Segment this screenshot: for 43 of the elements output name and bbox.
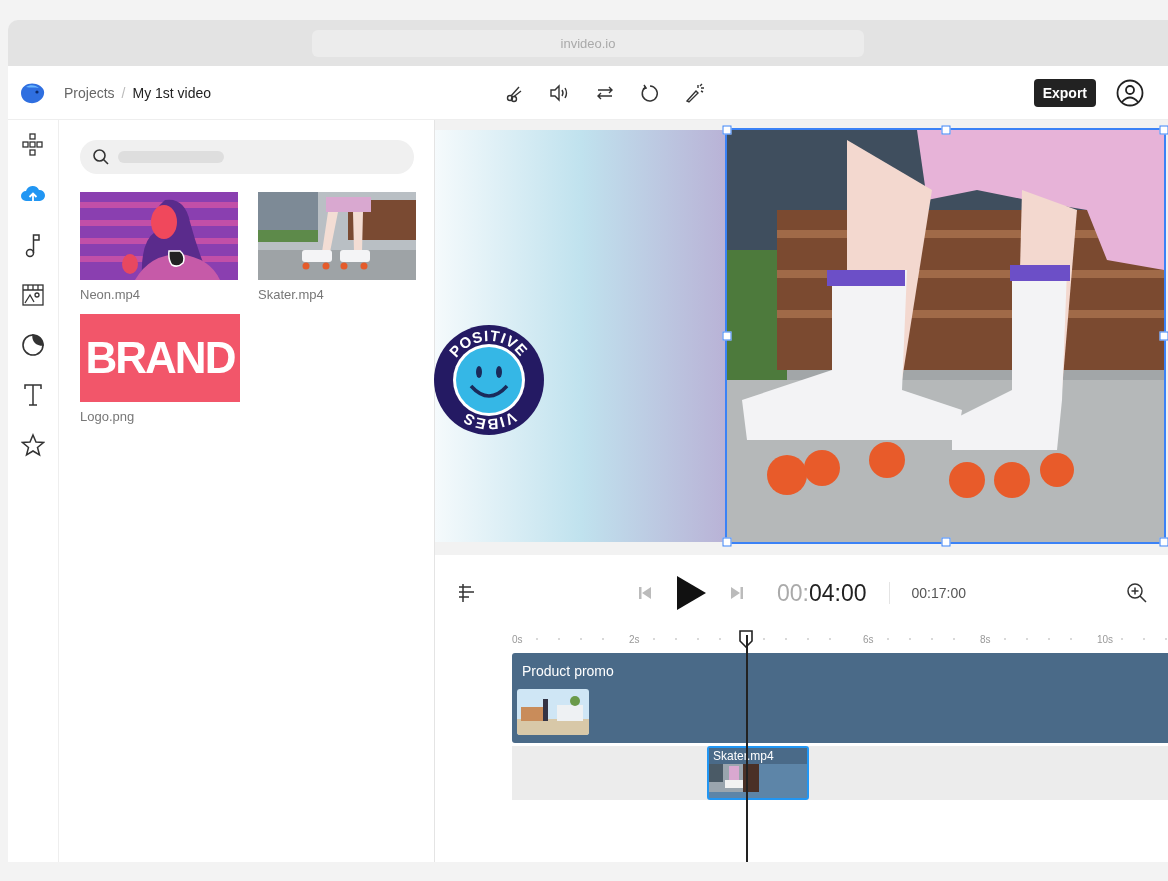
resize-handle[interactable] (1159, 125, 1168, 135)
search-field[interactable] (80, 140, 414, 174)
file-name: Logo.png (80, 409, 136, 424)
resize-handle[interactable] (722, 125, 732, 135)
text-tool-icon[interactable] (23, 383, 43, 407)
ruler-label: 8s (980, 633, 992, 645)
resize-handle[interactable] (722, 331, 732, 341)
resize-handle[interactable] (722, 537, 732, 547)
speaker-icon[interactable] (548, 82, 570, 103)
smiley-sticker-drawing[interactable] (434, 325, 544, 435)
breadcrumb-separator: / (121, 84, 126, 101)
logo-icon[interactable] (18, 80, 46, 105)
image-icon[interactable] (22, 284, 44, 306)
breadcrumb-link[interactable]: My 1st video (132, 84, 212, 101)
music-note-icon[interactable] (24, 232, 42, 258)
resize-handle[interactable] (941, 125, 950, 135)
sticker-text: VIBES (458, 408, 520, 434)
track-title: Product promo (522, 663, 615, 679)
file-name: Skater.mp4 (258, 287, 325, 302)
ruler-label: 6s (863, 633, 875, 645)
export-button[interactable]: Export (1033, 78, 1096, 107)
star-icon[interactable] (21, 433, 45, 457)
magic-wand-icon[interactable] (684, 82, 704, 103)
resize-handle[interactable] (1159, 331, 1168, 341)
total-duration: 00:17:00 (911, 585, 967, 601)
account-icon[interactable] (1116, 78, 1144, 107)
resize-handle[interactable] (941, 537, 950, 547)
ruler-label: 10s (1097, 633, 1115, 645)
current-time: 00:04:00 (777, 579, 867, 607)
resize-handle[interactable] (1159, 537, 1168, 547)
track[interactable]: Product promo (512, 653, 1168, 743)
rotate-icon[interactable] (640, 82, 660, 103)
templates-icon[interactable] (22, 133, 44, 157)
brand-text: BRAND (85, 336, 235, 380)
ruler-label: 2s (629, 633, 641, 645)
breadcrumb-link[interactable]: Projects (64, 84, 115, 101)
sticker-icon[interactable] (21, 333, 45, 357)
zoom-in-icon[interactable] (1126, 582, 1148, 604)
logo-thumbnail[interactable]: BRAND (80, 314, 240, 402)
search-icon (92, 148, 110, 166)
play-icon[interactable] (675, 575, 707, 611)
ruler-label: 0s (512, 633, 524, 645)
file-name: Neon.mp4 (80, 287, 141, 302)
